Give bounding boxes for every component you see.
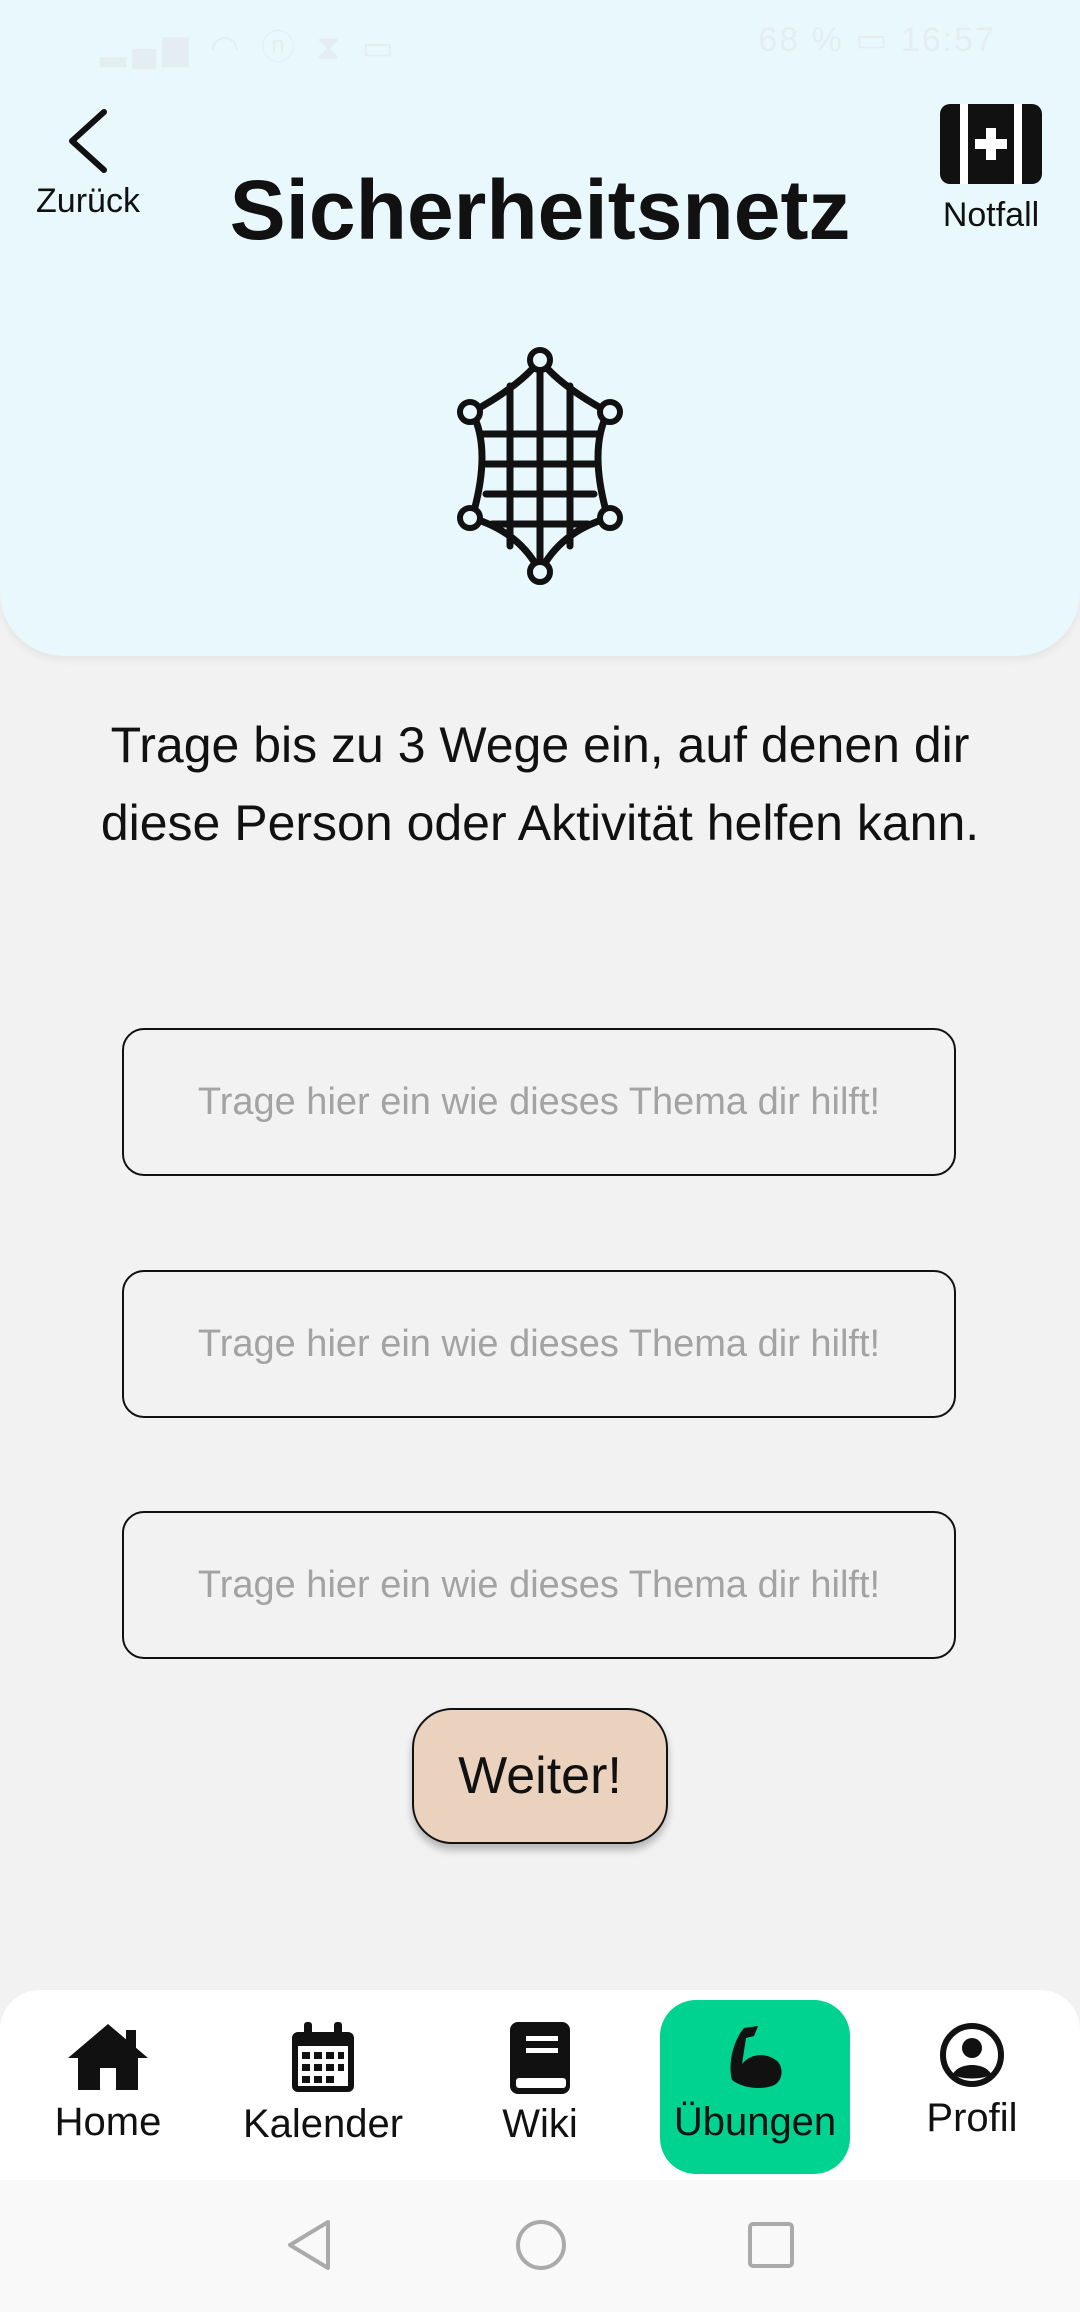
- help-way-field-2[interactable]: [122, 1270, 956, 1418]
- help-way-field-3[interactable]: [122, 1511, 956, 1659]
- status-right: 68 % ▭ 16:57: [758, 21, 996, 59]
- home-circle-icon[interactable]: [514, 2218, 568, 2272]
- clock: 16:57: [900, 21, 996, 59]
- chevron-left-icon: [69, 109, 107, 173]
- home-icon: [68, 2024, 148, 2090]
- nav-item-exercises[interactable]: Übungen: [660, 2000, 850, 2174]
- battery-level: 68 %: [758, 21, 844, 59]
- instruction-text: Trage bis zu 3 Wege ein, auf denen dir d…: [100, 717, 980, 851]
- nav-item-home[interactable]: Home: [13, 2000, 203, 2174]
- nav-label-wiki: Wiki: [502, 2102, 578, 2146]
- back-triangle-icon[interactable]: [284, 2218, 334, 2272]
- back-label: Zurück: [36, 182, 140, 220]
- nav-item-profile[interactable]: Profil: [877, 2000, 1067, 2174]
- system-navigation-bar: [0, 2180, 1080, 2312]
- header-panel: ▂▄▆ ◠ ⓝ ⧗ ▭ 68 % ▭ 16:57 Zurück Sicherhe…: [0, 0, 1080, 656]
- nav-item-wiki[interactable]: Wiki: [445, 2000, 635, 2174]
- page-title: Sicherheitsnetz: [229, 163, 851, 257]
- profile-icon: [940, 2023, 1004, 2087]
- book-icon: [510, 2022, 570, 2094]
- first-aid-kit-icon: [940, 104, 1042, 184]
- safety-net-icon: [457, 347, 623, 585]
- nav-label-exercises: Übungen: [673, 2100, 837, 2144]
- help-way-input-2[interactable]: [124, 1321, 954, 1367]
- next-button[interactable]: Weiter!: [412, 1708, 668, 1844]
- nav-label-calendar: Kalender: [242, 2102, 404, 2146]
- nav-label-home: Home: [54, 2100, 162, 2144]
- bottom-navigation: Home Kalender Wiki Übungen Profil: [0, 1990, 1080, 2180]
- emergency-label: Notfall: [942, 196, 1040, 234]
- help-way-input-3[interactable]: [124, 1562, 954, 1608]
- back-button[interactable]: Zurück: [24, 98, 152, 248]
- help-way-input-1[interactable]: [124, 1079, 954, 1125]
- status-icons: ▂▄▆ ◠ ⓝ ⧗ ▭: [100, 29, 400, 67]
- recents-square-icon[interactable]: [746, 2218, 796, 2272]
- nav-item-calendar[interactable]: Kalender: [228, 2000, 418, 2174]
- nav-label-profile: Profil: [926, 2096, 1018, 2140]
- emergency-button[interactable]: Notfall: [926, 98, 1056, 248]
- calendar-icon: [292, 2022, 354, 2092]
- muscle-icon: [730, 2026, 782, 2088]
- help-way-field-1[interactable]: [122, 1028, 956, 1176]
- status-bar: ▂▄▆ ◠ ⓝ ⧗ ▭ 68 % ▭ 16:57: [0, 0, 1080, 80]
